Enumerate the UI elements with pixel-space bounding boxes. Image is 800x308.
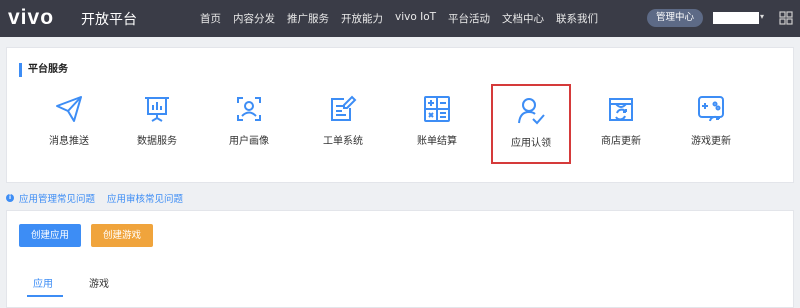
nav-open-capabilities[interactable]: 开放能力: [341, 11, 383, 26]
service-label: 游戏更新: [691, 136, 731, 147]
help-link-app-management[interactable]: 应用管理常见问题: [19, 191, 95, 205]
service-label: 应用认领: [511, 138, 551, 149]
calculator-icon: [424, 96, 450, 122]
service-label: 消息推送: [49, 136, 89, 147]
nav-home[interactable]: 首页: [200, 11, 221, 26]
info-icon: i: [6, 194, 14, 202]
user-check-icon: [518, 98, 545, 125]
nav-vivo-iot[interactable]: vivo IoT: [395, 11, 436, 26]
nav-activities[interactable]: 平台活动: [448, 11, 490, 26]
active-tab-indicator: [27, 295, 63, 297]
top-navbar: vivo 开放平台 首页 内容分发 推广服务 开放能力 vivo IoT 平台活…: [0, 0, 800, 37]
admin-center-button[interactable]: 管理中心: [647, 9, 703, 27]
chevron-down-icon[interactable]: ▾: [760, 12, 764, 21]
edit-document-icon: [331, 95, 357, 121]
apps-grid-icon[interactable]: [779, 11, 793, 25]
help-link-app-review[interactable]: 应用审核常见问题: [107, 191, 183, 205]
nav-docs[interactable]: 文档中心: [502, 11, 544, 26]
service-ticket[interactable]: 工单系统: [303, 84, 383, 164]
service-label: 数据服务: [137, 136, 177, 147]
apps-panel: 创建应用 创建游戏 应用 游戏: [6, 210, 794, 308]
service-store-update[interactable]: 商店更新: [581, 84, 661, 164]
vivo-logo[interactable]: vivo: [8, 6, 54, 30]
service-app-claim[interactable]: 应用认领: [491, 84, 571, 164]
help-links: i 应用管理常见问题 应用审核常见问题: [6, 191, 183, 205]
platform-services-panel: 平台服务 消息推送 数据服务 用户画像 工单系统 账单结算 应用认领 商店更新 …: [6, 47, 794, 183]
nav-contact[interactable]: 联系我们: [556, 11, 598, 26]
store-refresh-icon: [609, 98, 633, 121]
service-data[interactable]: 数据服务: [117, 84, 197, 164]
service-user-profile[interactable]: 用户画像: [209, 84, 289, 164]
service-game-update[interactable]: 游戏更新: [671, 84, 751, 164]
service-label: 用户画像: [229, 136, 269, 147]
tab-apps[interactable]: 应用: [33, 275, 53, 290]
user-account-box[interactable]: [713, 12, 759, 24]
service-push[interactable]: 消息推送: [29, 84, 109, 164]
create-game-button[interactable]: 创建游戏: [91, 224, 154, 247]
section-title: 平台服务: [19, 63, 68, 77]
service-billing[interactable]: 账单结算: [397, 84, 477, 164]
service-label: 账单结算: [417, 136, 457, 147]
main-nav: 首页 内容分发 推广服务 开放能力 vivo IoT 平台活动 文档中心 联系我…: [200, 11, 610, 26]
create-app-button[interactable]: 创建应用: [19, 224, 82, 247]
nav-promotion[interactable]: 推广服务: [287, 11, 329, 26]
service-label: 商店更新: [601, 136, 641, 147]
presentation-chart-icon: [145, 97, 169, 122]
tab-games[interactable]: 游戏: [89, 275, 109, 290]
paper-plane-icon: [56, 96, 82, 122]
user-scan-icon: [237, 97, 261, 121]
service-label: 工单系统: [323, 136, 363, 147]
brand-title[interactable]: 开放平台: [81, 9, 137, 29]
gamepad-refresh-icon: [698, 96, 724, 122]
nav-content-distribution[interactable]: 内容分发: [233, 11, 275, 26]
